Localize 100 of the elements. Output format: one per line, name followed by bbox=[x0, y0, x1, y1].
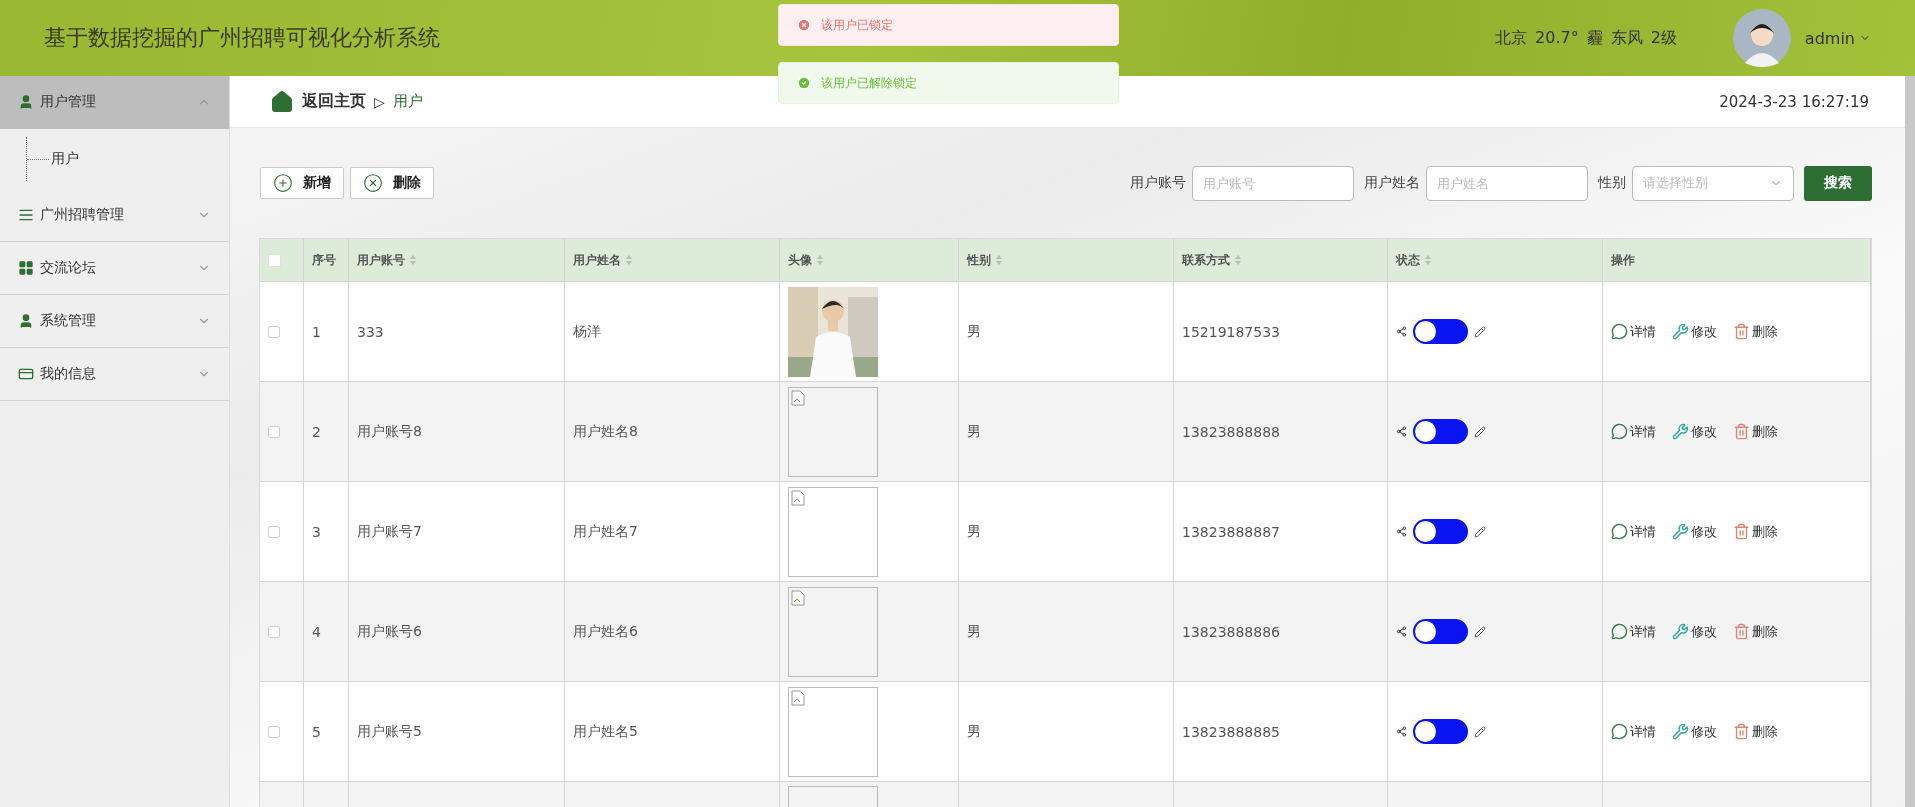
wrench-icon bbox=[1672, 323, 1689, 340]
avatar-icon[interactable] bbox=[1732, 9, 1791, 67]
table-cell bbox=[304, 781, 349, 807]
table-cell: 13823888888 bbox=[1174, 381, 1388, 481]
plus-icon bbox=[273, 173, 293, 193]
comment-icon bbox=[1611, 323, 1628, 340]
toast-text: 该用户已解除锁定 bbox=[821, 74, 917, 92]
row-checkbox[interactable] bbox=[268, 525, 280, 538]
row-checkbox[interactable] bbox=[268, 325, 280, 338]
action-link[interactable]: 详情 bbox=[1611, 422, 1656, 441]
trash-icon bbox=[1733, 723, 1750, 740]
table-cell: 用户姓名8 bbox=[565, 381, 780, 481]
sidebar-item[interactable]: 交流论坛 bbox=[0, 242, 229, 295]
action-link[interactable]: 删除 bbox=[1733, 622, 1778, 641]
table-cell: 男 bbox=[959, 481, 1174, 581]
row-checkbox[interactable] bbox=[268, 425, 280, 438]
table-cell: 15219187533 bbox=[1174, 281, 1388, 381]
action-link[interactable]: 删除 bbox=[1733, 722, 1778, 741]
column-header: 操作 bbox=[1611, 251, 1635, 269]
action-link[interactable]: 修改 bbox=[1672, 622, 1717, 641]
pencil-icon[interactable] bbox=[1474, 525, 1486, 538]
table-cell: 13823888886 bbox=[1174, 581, 1388, 681]
row-checkbox[interactable] bbox=[268, 625, 280, 638]
broken-image-icon bbox=[791, 689, 805, 706]
action-link[interactable]: 删除 bbox=[1733, 322, 1778, 341]
filter-label: 用户账号 bbox=[1130, 174, 1186, 192]
app-title: 基于数据挖掘的广州招聘可视化分析系统 bbox=[44, 24, 440, 52]
action-link[interactable]: 修改 bbox=[1672, 422, 1717, 441]
sidebar-item[interactable]: 我的信息 bbox=[0, 348, 229, 401]
pencil-icon[interactable] bbox=[1474, 725, 1486, 738]
wrench-icon bbox=[1672, 723, 1689, 740]
sidebar-item[interactable]: 系统管理 bbox=[0, 295, 229, 348]
action-link[interactable]: 详情 bbox=[1611, 322, 1656, 341]
weather-text: 2级 bbox=[1650, 27, 1677, 49]
share-icon[interactable] bbox=[1396, 426, 1407, 437]
broken-image-icon bbox=[791, 589, 805, 606]
share-icon[interactable] bbox=[1396, 726, 1407, 737]
share-icon[interactable] bbox=[1396, 526, 1407, 537]
sidebar-item[interactable]: 广州招聘管理 bbox=[0, 189, 229, 242]
filter-label: 性别 bbox=[1598, 174, 1626, 192]
grid-icon bbox=[18, 260, 34, 276]
sidebar-subitem[interactable]: 用户 bbox=[51, 150, 79, 168]
wrench-icon bbox=[1672, 523, 1689, 540]
comment-icon bbox=[1611, 523, 1628, 540]
share-icon[interactable] bbox=[1396, 326, 1407, 337]
status-toggle[interactable] bbox=[1413, 519, 1468, 544]
table-cell: 男 bbox=[959, 681, 1174, 781]
home-icon bbox=[270, 89, 294, 114]
action-link[interactable]: 详情 bbox=[1611, 622, 1656, 641]
table-cell: 男 bbox=[959, 381, 1174, 481]
action-link[interactable]: 删除 bbox=[1733, 422, 1778, 441]
status-toggle[interactable] bbox=[1413, 719, 1468, 744]
sidebar-item[interactable]: 用户管理 bbox=[0, 76, 229, 129]
status-toggle[interactable] bbox=[1413, 319, 1468, 344]
pencil-icon[interactable] bbox=[1474, 325, 1486, 338]
action-link[interactable]: 修改 bbox=[1672, 722, 1717, 741]
breadcrumb-separator: ▷ bbox=[374, 93, 385, 110]
add-button[interactable]: 新增 bbox=[260, 167, 344, 199]
filter-label: 用户姓名 bbox=[1364, 174, 1420, 192]
date-time: 2024-3-23 16:27:19 bbox=[1719, 92, 1869, 111]
table-cell: 用户账号8 bbox=[349, 381, 565, 481]
table-cell: 杨洋 bbox=[565, 281, 780, 381]
wrench-icon bbox=[1672, 623, 1689, 640]
action-link[interactable]: 修改 bbox=[1672, 522, 1717, 541]
success-icon bbox=[797, 76, 811, 90]
trash-icon bbox=[1733, 523, 1750, 540]
search-field[interactable]: 用户账号 bbox=[1192, 165, 1354, 201]
status-toggle[interactable] bbox=[1413, 419, 1468, 444]
home-link[interactable]: 返回主页 bbox=[270, 89, 366, 114]
comment-icon bbox=[1611, 423, 1628, 440]
search-button[interactable]: 搜索 bbox=[1804, 165, 1872, 201]
delete-button[interactable]: 删除 bbox=[350, 167, 434, 199]
broken-image-icon bbox=[791, 389, 805, 406]
action-link[interactable]: 详情 bbox=[1611, 522, 1656, 541]
column-header: 序号 bbox=[312, 251, 336, 269]
wrench-icon bbox=[1672, 423, 1689, 440]
table-cell: 333 bbox=[349, 281, 565, 381]
table-cell: 男 bbox=[959, 581, 1174, 681]
user-menu[interactable]: admin bbox=[1804, 28, 1871, 48]
table-cell: 用户账号7 bbox=[349, 481, 565, 581]
row-checkbox[interactable] bbox=[268, 725, 280, 738]
scrollbar[interactable] bbox=[1905, 76, 1915, 807]
status-toggle[interactable] bbox=[1413, 619, 1468, 644]
table-cell: 男 bbox=[959, 281, 1174, 381]
table-cell: 5 bbox=[304, 681, 349, 781]
action-link[interactable]: 删除 bbox=[1733, 522, 1778, 541]
action-link[interactable]: 详情 bbox=[1611, 722, 1656, 741]
column-header: 性别 bbox=[967, 251, 991, 269]
card-icon bbox=[18, 366, 34, 382]
column-header: 用户姓名 bbox=[573, 251, 621, 269]
pencil-icon[interactable] bbox=[1474, 425, 1486, 438]
pencil-icon[interactable] bbox=[1474, 625, 1486, 638]
search-field[interactable]: 用户姓名 bbox=[1426, 165, 1588, 201]
column-header: 状态 bbox=[1396, 251, 1420, 269]
table-cell: 用户姓名5 bbox=[565, 681, 780, 781]
share-icon[interactable] bbox=[1396, 626, 1407, 637]
action-link[interactable]: 修改 bbox=[1672, 322, 1717, 341]
user-icon bbox=[18, 94, 34, 110]
trash-icon bbox=[1733, 623, 1750, 640]
select-all-checkbox[interactable] bbox=[268, 253, 281, 267]
